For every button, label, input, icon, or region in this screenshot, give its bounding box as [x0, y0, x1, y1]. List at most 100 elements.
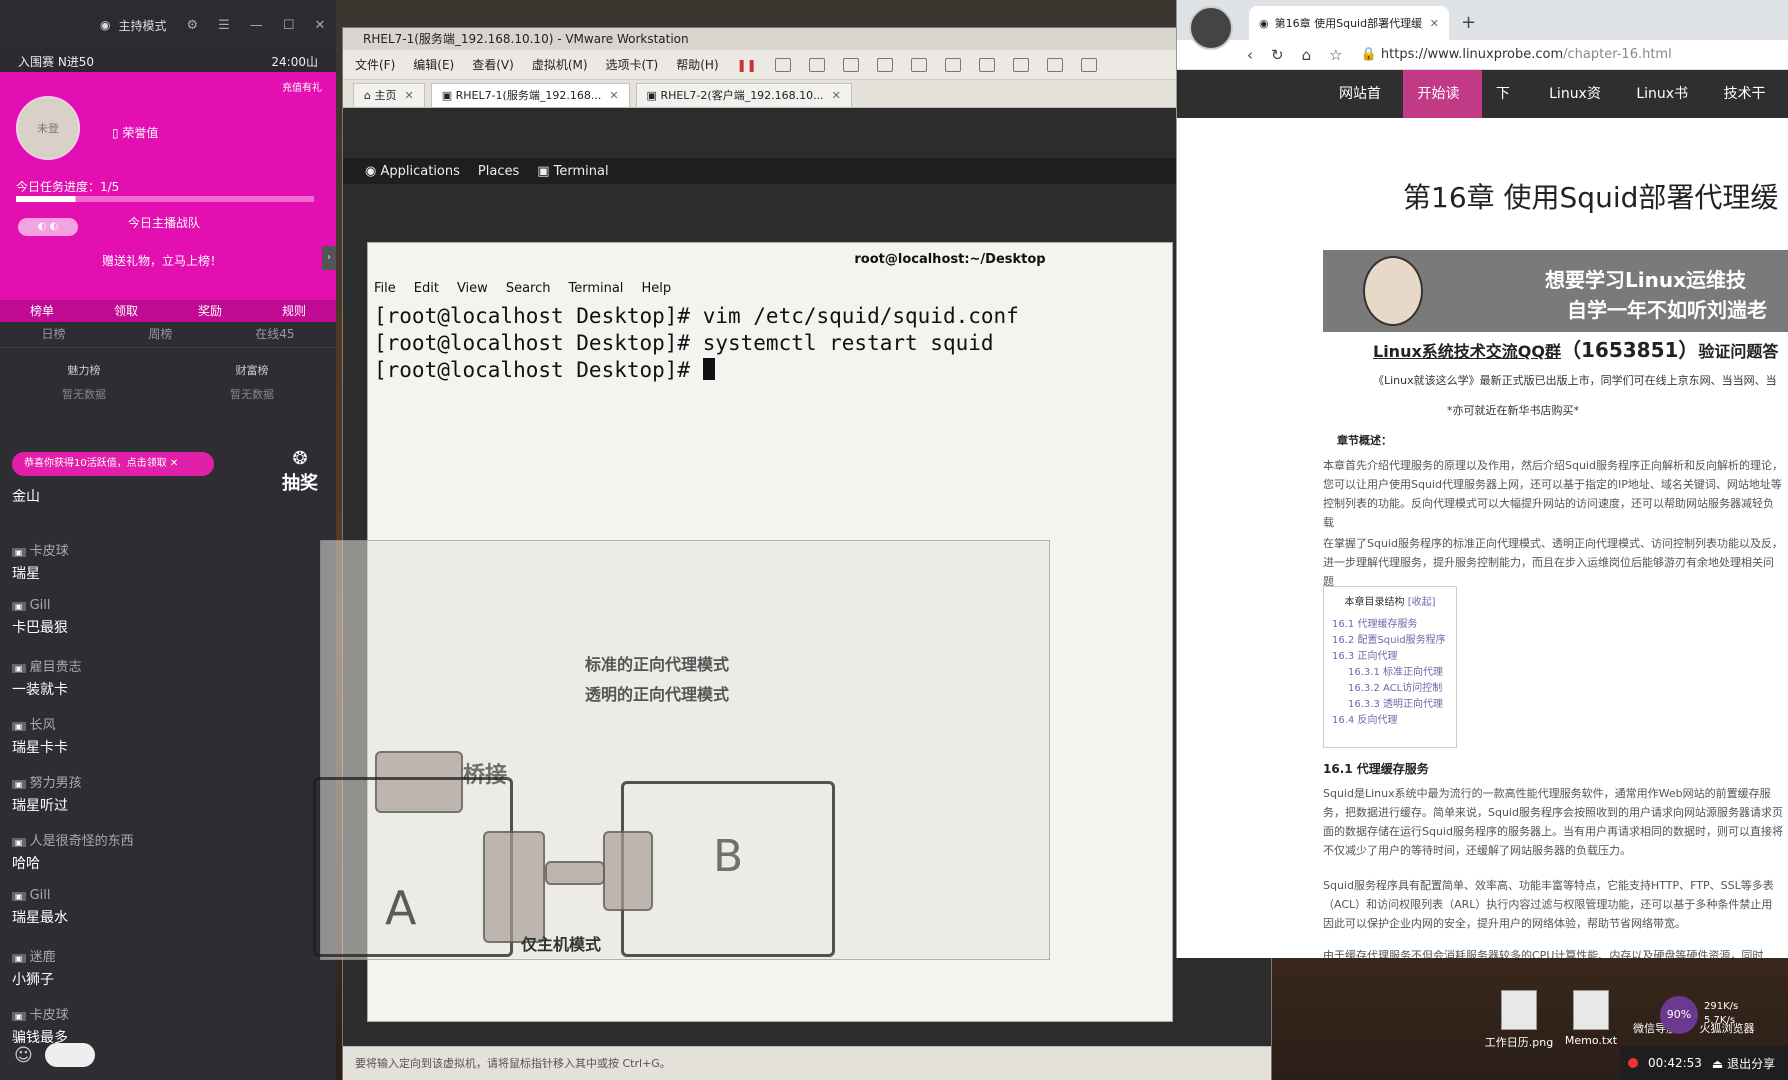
activity-notice[interactable]: 恭喜你获得10活跃值，点击领取 ✕ [12, 452, 214, 476]
toc-fold-link[interactable]: [收起] [1408, 597, 1436, 608]
desktop-icon-calendar[interactable]: 工作日历.png [1484, 990, 1554, 1050]
chat-username[interactable]: ▣ 迷鹿 [12, 940, 242, 965]
chat-message: ▣ 迷鹿 小狮子 [12, 940, 242, 998]
avatar[interactable]: 未登 [16, 96, 80, 160]
terminal-menu-edit[interactable]: Edit [414, 281, 439, 296]
recharge-gift-badge[interactable]: 充值有礼 [282, 82, 322, 126]
chat-username[interactable]: ▣ Gill [12, 882, 242, 903]
close-icon[interactable]: ✕ [404, 89, 413, 102]
settings-icon[interactable]: ⚙ [187, 18, 199, 33]
fullscreen-icon[interactable] [978, 57, 995, 72]
applications-menu[interactable]: ◉ Applications [365, 164, 460, 179]
collapse-arrow-icon[interactable]: › [322, 246, 336, 270]
console-icon[interactable] [1046, 57, 1063, 72]
book-notice-2: *亦可就近在新华书店购买* [1447, 404, 1579, 417]
chat-username[interactable]: ▣ 努力男孩 [12, 766, 242, 791]
nav-home[interactable]: 网站首页 [1325, 70, 1403, 150]
reload-icon[interactable]: ↻ [1271, 46, 1284, 64]
exit-share-button[interactable]: ⏏ 退出分享 [1712, 1055, 1775, 1072]
menu-file[interactable]: 文件(F) [355, 56, 395, 73]
browser-tab[interactable]: ◉ 第16章 使用Squid部署代理缓 ✕ [1249, 6, 1449, 40]
toc-link[interactable]: 16.4 反向代理 [1332, 713, 1448, 729]
menu-icon[interactable]: ☰ [218, 18, 230, 33]
new-tab-icon[interactable]: + [1461, 6, 1476, 40]
home-icon[interactable]: ⌂ [1302, 46, 1312, 64]
nav-linux-books[interactable]: Linux书籍 [1622, 70, 1709, 150]
period-online[interactable]: 在线45 [255, 325, 294, 342]
menu-edit[interactable]: 编辑(E) [413, 56, 454, 73]
chat-username[interactable] [12, 476, 242, 482]
toc-link[interactable]: 16.3 正向代理 [1332, 649, 1448, 665]
tab-home[interactable]: ⌂ 主页 ✕ [353, 83, 425, 107]
menu-vm[interactable]: 虚拟机(M) [532, 56, 588, 73]
chat-username[interactable]: ▣ 长风 [12, 708, 242, 733]
tab-reward[interactable]: 奖励 [168, 300, 252, 322]
team-pill[interactable]: ◐ ◐ [18, 218, 78, 236]
library-icon[interactable] [910, 57, 927, 72]
url-field[interactable]: 🔒 https://www.linuxprobe.com/chapter-16.… [1361, 47, 1672, 62]
close-icon[interactable]: ✕ [609, 89, 618, 102]
terminal-menu-view[interactable]: View [457, 281, 488, 296]
toc-link[interactable]: 16.3.3 透明正向代理 [1332, 697, 1448, 713]
terminal-menu-help[interactable]: Help [641, 281, 671, 296]
nav-linux-news[interactable]: Linux资讯 [1535, 70, 1622, 150]
tab-rules[interactable]: 规则 [252, 300, 336, 322]
stretch-icon[interactable] [1080, 57, 1097, 72]
unity-icon[interactable] [1012, 57, 1029, 72]
nav-download[interactable]: 下载 [1482, 70, 1535, 150]
close-icon[interactable]: ✕ [1430, 17, 1439, 30]
terminal-output[interactable]: [root@localhost Desktop]# vim /etc/squid… [368, 299, 1172, 388]
chat-username[interactable]: ▣ 卡皮球 [12, 534, 242, 559]
chat-username[interactable]: ▣ 雇目贵志 [12, 650, 242, 675]
desktop-icon-memo[interactable]: Memo.txt [1556, 990, 1626, 1047]
promo-banner[interactable]: 想要学习Linux运维技 自学一年不如听刘遄老 [1323, 250, 1788, 332]
terminal-task[interactable]: ▣ Terminal [537, 164, 608, 179]
chat-input[interactable] [44, 1043, 95, 1067]
chat-username[interactable]: ▣ Gill [12, 592, 242, 613]
section-paragraph-2: Squid服务程序具有配置简单、效率高、功能丰富等特点，它能支持HTTP、FTP… [1323, 879, 1774, 930]
lottery-button[interactable]: ❂ 抽奖 [282, 448, 318, 495]
tab-claim[interactable]: 领取 [84, 300, 168, 322]
pause-icon[interactable]: ❚❚ [737, 58, 757, 72]
chat-username[interactable]: ▣ 人是很奇怪的东西 [12, 824, 242, 849]
chat-username[interactable]: ▣ 卡皮球 [12, 998, 242, 1023]
toc-link[interactable]: 16.1 代理缓存服务 [1332, 617, 1448, 633]
emoji-icon[interactable]: ☺ [14, 1045, 33, 1066]
menu-tabs[interactable]: 选项卡(T) [606, 56, 659, 73]
period-day[interactable]: 日榜 [41, 325, 65, 342]
close-icon[interactable]: ✕ [170, 458, 178, 469]
minimize-icon[interactable]: — [250, 18, 263, 33]
close-icon[interactable]: ✕ [832, 89, 841, 102]
profile-avatar[interactable] [1189, 6, 1233, 50]
revert-snapshot-icon[interactable] [842, 57, 859, 72]
label-a: A [385, 881, 417, 935]
toc-link[interactable]: 16.3.2 ACL访问控制 [1332, 681, 1448, 697]
terminal-menu-search[interactable]: Search [506, 281, 551, 296]
qq-group-line[interactable]: Linux系统技术交流QQ群（1653851）验证问题答 [1373, 334, 1778, 363]
close-icon[interactable]: ✕ [314, 18, 325, 33]
toc-link[interactable]: 16.2 配置Squid服务程序 [1332, 633, 1448, 649]
terminal-menu-file[interactable]: File [374, 281, 396, 296]
back-icon[interactable]: ‹ [1247, 46, 1253, 64]
maximize-icon[interactable]: ☐ [283, 18, 295, 33]
places-menu[interactable]: Places [478, 164, 519, 179]
nav-start-reading[interactable]: 开始读书 [1403, 70, 1482, 150]
menu-help[interactable]: 帮助(H) [676, 56, 718, 73]
tab-rhel7-2[interactable]: ▣ RHEL7-2(客户端_192.168.10... ✕ [635, 83, 852, 107]
network-monitor[interactable]: 90% 291K/s 5.7K/s [1660, 996, 1752, 1036]
tab-board[interactable]: 榜单 [0, 300, 84, 322]
send-ctrl-alt-del-icon[interactable] [774, 57, 791, 72]
tab-rhel7-1[interactable]: ▣ RHEL7-1(服务端_192.168... ✕ [430, 83, 630, 107]
menu-view[interactable]: 查看(V) [472, 56, 514, 73]
cpu-gauge: 90% [1660, 996, 1698, 1034]
terminal-menu-terminal[interactable]: Terminal [568, 281, 623, 296]
snapshot-icon[interactable] [808, 57, 825, 72]
period-week[interactable]: 周榜 [148, 325, 172, 342]
toc-link[interactable]: 16.3.1 标准正向代理 [1332, 665, 1448, 681]
send-gift-link[interactable]: 赠送礼物，立马上榜！ [102, 252, 222, 269]
article-page[interactable]: 第16章 使用Squid部署代理缓 想要学习Linux运维技 自学一年不如听刘遄… [1177, 120, 1788, 958]
star-icon[interactable]: ☆ [1329, 46, 1342, 64]
nav-tech[interactable]: 技术干货 [1710, 70, 1788, 150]
manage-snapshots-icon[interactable] [876, 57, 893, 72]
thumbnail-icon[interactable] [944, 57, 961, 72]
